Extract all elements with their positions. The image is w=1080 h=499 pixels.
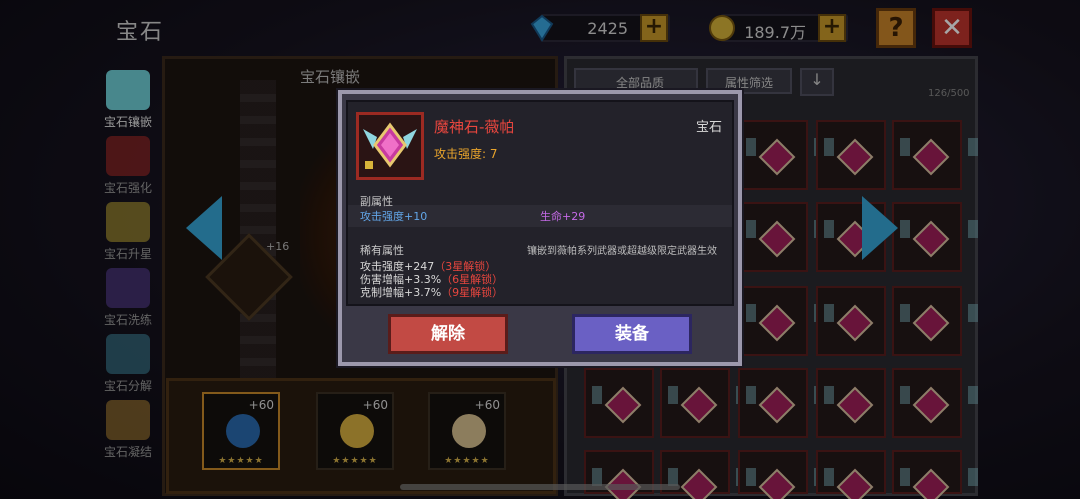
sub-attr-attack: 攻击强度+10	[360, 210, 428, 223]
rare-attr-text: 克制增幅+3.7%	[360, 286, 442, 299]
equip-button[interactable]: 装备	[572, 314, 692, 354]
lock-icon	[365, 161, 373, 169]
unlock-requirement: （9星解锁）	[441, 286, 504, 299]
rare-attr-row: 克制增幅+3.7%（9星解锁）	[360, 284, 503, 300]
sub-attr-heading: 副属性	[360, 195, 393, 208]
gem-main-stat: 攻击强度: 7	[434, 147, 498, 161]
gem-name: 魔神石-薇帕	[434, 118, 515, 136]
gem-portrait	[356, 112, 424, 180]
unequip-button[interactable]: 解除	[388, 314, 508, 354]
rare-attr-note: 镶嵌到薇帕系列武器或超越级限定武器生效	[527, 246, 717, 257]
sub-attr-hp: 生命+29	[540, 210, 586, 223]
winged-gem-icon	[363, 122, 417, 169]
gem-type: 宝石	[696, 120, 723, 135]
rare-attr-heading: 稀有属性	[360, 244, 404, 257]
